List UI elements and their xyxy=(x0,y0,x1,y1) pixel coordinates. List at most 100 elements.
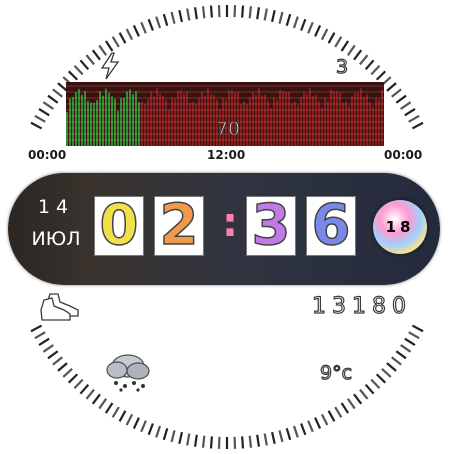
heart-rate-bar xyxy=(276,100,278,146)
heart-rate-bar xyxy=(96,100,98,146)
step-count: 13180 xyxy=(311,293,412,319)
heart-rate-bar xyxy=(369,102,371,146)
dial-tick xyxy=(364,383,375,395)
dial-tick xyxy=(67,70,79,81)
dial-tick xyxy=(140,21,147,34)
heart-rate-bar xyxy=(78,88,80,146)
dial-tick xyxy=(307,21,314,34)
dial-tick xyxy=(370,64,381,76)
dial-tick xyxy=(300,423,307,436)
dial-tick xyxy=(147,18,154,31)
heart-rate-bar xyxy=(105,88,107,146)
dial-tick xyxy=(52,356,63,366)
dial-tick xyxy=(248,435,253,448)
dial-tick xyxy=(263,433,268,446)
dial-tick xyxy=(170,11,176,24)
dial-tick xyxy=(79,383,90,395)
dial-tick xyxy=(386,82,397,92)
dial-tick xyxy=(359,388,369,400)
dial-tick xyxy=(193,434,198,447)
dial-tick xyxy=(155,425,162,438)
dial-tick xyxy=(411,324,424,333)
heart-rate-bar xyxy=(279,90,281,146)
date-month: ИЮЛ xyxy=(31,228,81,250)
dial-tick xyxy=(300,18,307,31)
dial-tick xyxy=(292,425,299,438)
dial-tick xyxy=(327,410,336,422)
heart-rate-bar xyxy=(261,95,263,146)
dial-tick xyxy=(411,121,424,130)
dial-tick xyxy=(241,436,245,449)
heart-rate-bar xyxy=(114,98,116,146)
heart-rate-bar xyxy=(186,91,188,146)
heart-rate-bar xyxy=(360,88,362,146)
heart-rate-value: 70 xyxy=(215,117,241,140)
heart-rate-bar xyxy=(303,92,305,146)
heart-rate-bar xyxy=(99,91,101,146)
dial-tick xyxy=(375,373,387,384)
dial-tick xyxy=(334,406,343,418)
heart-rate-bar xyxy=(333,91,335,146)
dial-tick xyxy=(327,32,336,44)
heart-rate-bar xyxy=(87,101,89,146)
dial-tick xyxy=(73,64,84,76)
dial-tick xyxy=(314,417,322,429)
dial-tick xyxy=(404,107,416,117)
dial-tick xyxy=(73,378,84,390)
heart-rate-bar xyxy=(159,93,161,146)
heart-rate-bar xyxy=(156,88,158,146)
dial-tick xyxy=(67,373,79,384)
chart-end-time: 00:00 xyxy=(384,148,423,162)
time-colon: : xyxy=(222,200,238,246)
heart-rate-bar xyxy=(306,93,308,146)
bolt-icon xyxy=(100,52,120,80)
heart-rate-bar xyxy=(183,93,185,146)
heart-rate-bar xyxy=(282,91,284,146)
dial-tick xyxy=(47,350,59,360)
heart-rate-bar xyxy=(150,91,152,146)
heart-rate-bar xyxy=(90,102,92,146)
dial-tick xyxy=(85,54,95,66)
dial-tick xyxy=(256,434,261,447)
dial-tick xyxy=(320,413,329,426)
dial-tick xyxy=(307,420,314,433)
dial-tick xyxy=(340,40,350,52)
dial-tick xyxy=(278,11,284,24)
heart-rate-bar xyxy=(264,94,266,146)
heart-rate-bar xyxy=(72,97,74,146)
dial-tick xyxy=(186,433,191,446)
heart-rate-bar xyxy=(126,91,128,146)
dial-tick xyxy=(400,101,412,110)
minute-tens-digit: 3 xyxy=(246,196,296,256)
dial-tick xyxy=(140,420,147,433)
battery-level: 3 xyxy=(335,55,349,78)
heart-rate-bar xyxy=(366,94,368,146)
dial-tick xyxy=(42,101,54,110)
heart-rate-bar xyxy=(336,91,338,146)
dial-tick xyxy=(186,8,191,21)
seconds-badge: 18 xyxy=(373,200,427,254)
dial-tick xyxy=(155,16,162,29)
dial-tick xyxy=(400,344,412,353)
dial-tick xyxy=(91,393,101,405)
heart-rate-bar xyxy=(102,95,104,146)
dial-tick xyxy=(201,435,206,448)
dial-tick xyxy=(395,94,407,104)
hour-ones-digit: 2 xyxy=(154,196,204,256)
dial-tick xyxy=(241,5,245,18)
dial-tick xyxy=(30,121,43,130)
dial-tick xyxy=(263,8,268,21)
heart-rate-bar xyxy=(141,102,143,146)
dial-tick xyxy=(340,402,350,414)
heart-rate-bar xyxy=(192,101,194,146)
heart-rate-bar xyxy=(354,92,356,146)
chart-mid-time: 12:00 xyxy=(207,148,246,162)
heart-rate-bar xyxy=(345,101,347,146)
dial-tick xyxy=(104,402,114,414)
heart-rate-bar xyxy=(75,92,77,146)
chart-start-time: 00:00 xyxy=(28,148,67,162)
dial-tick xyxy=(85,388,95,400)
dial-tick xyxy=(391,88,402,98)
heart-rate-bar xyxy=(138,101,140,146)
date-day: 14 xyxy=(37,196,75,218)
